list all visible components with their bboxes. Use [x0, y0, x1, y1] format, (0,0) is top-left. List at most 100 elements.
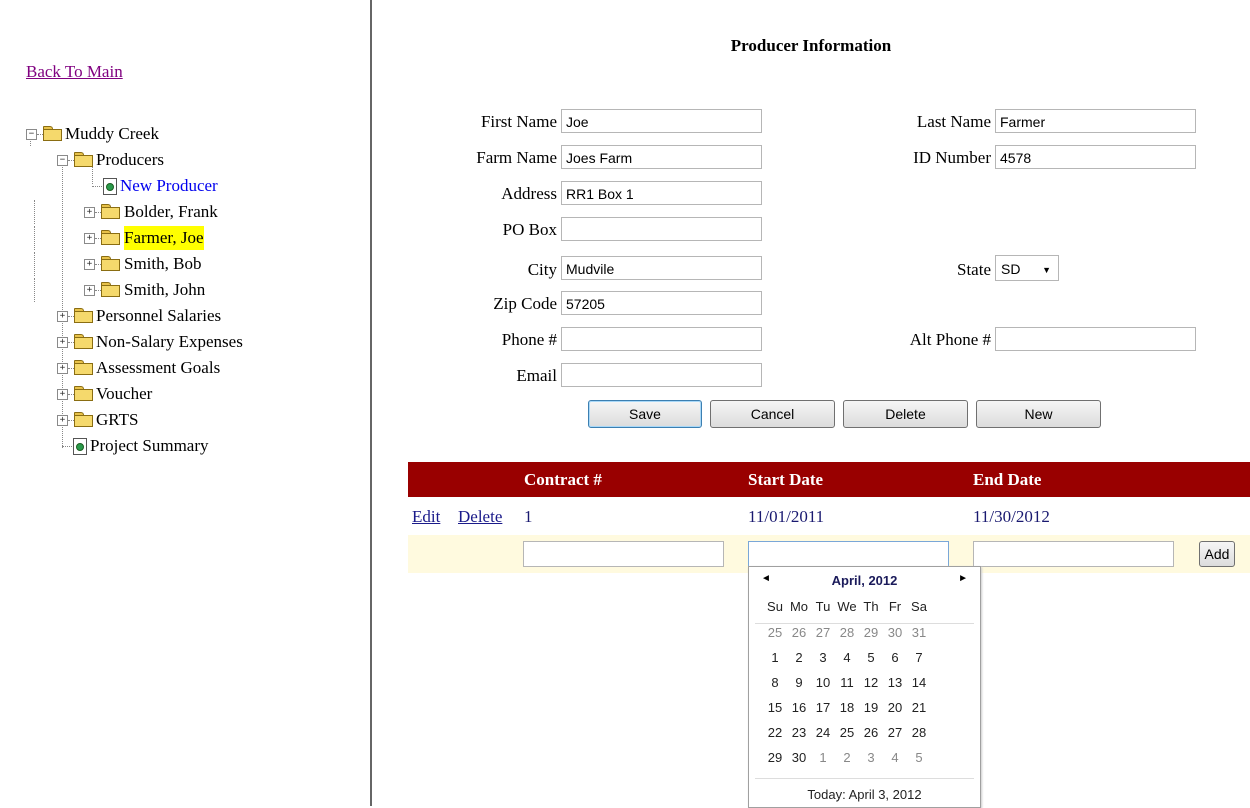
calendar-day[interactable]: 16: [787, 700, 811, 715]
calendar-day[interactable]: 1: [763, 650, 787, 665]
expand-icon[interactable]: +: [57, 311, 68, 322]
tree-node-producer[interactable]: + Smith, John: [26, 278, 346, 302]
page-title: Producer Information: [730, 36, 892, 55]
calendar-day[interactable]: 28: [907, 725, 931, 740]
start-date-column-header: Start Date: [748, 470, 824, 489]
calendar-day[interactable]: 7: [907, 650, 931, 665]
new-start-date-input[interactable]: [748, 541, 949, 567]
calendar-day[interactable]: 18: [835, 700, 859, 715]
tree-node-section[interactable]: + Personnel Salaries: [26, 304, 346, 328]
calendar-day[interactable]: 10: [811, 675, 835, 690]
edit-link[interactable]: Edit: [412, 507, 440, 527]
calendar-day[interactable]: 9: [787, 675, 811, 690]
calendar-day[interactable]: 24: [811, 725, 835, 740]
state-select[interactable]: SD ▼: [995, 255, 1059, 281]
tree-node-producers[interactable]: − Producers: [26, 148, 346, 172]
calendar-day[interactable]: 22: [763, 725, 787, 740]
calendar-day[interactable]: 2: [787, 650, 811, 665]
last-name-field[interactable]: Farmer: [995, 109, 1196, 133]
calendar-day[interactable]: 11: [835, 675, 859, 690]
alt-phone-field[interactable]: [995, 327, 1196, 351]
new-end-date-input[interactable]: [973, 541, 1174, 567]
calendar-day[interactable]: 2: [835, 750, 859, 765]
calendar-day[interactable]: 1: [811, 750, 835, 765]
tree-node-project-summary[interactable]: Project Summary: [26, 434, 346, 458]
calendar-day[interactable]: 13: [883, 675, 907, 690]
tree-node-section[interactable]: + GRTS: [26, 408, 346, 432]
po-box-field[interactable]: [561, 217, 762, 241]
calendar-today-link[interactable]: Today: April 3, 2012: [749, 787, 980, 802]
calendar-day[interactable]: 14: [907, 675, 931, 690]
farm-name-field[interactable]: Joes Farm: [561, 145, 762, 169]
delete-button[interactable]: Delete: [843, 400, 968, 428]
calendar-day[interactable]: 5: [907, 750, 931, 765]
next-month-icon[interactable]: ►: [958, 573, 968, 584]
new-contract-input[interactable]: [523, 541, 724, 567]
tree-label-producer: Farmer, Joe: [124, 226, 204, 250]
cancel-button[interactable]: Cancel: [710, 400, 835, 428]
expand-icon[interactable]: +: [84, 285, 95, 296]
expand-icon[interactable]: +: [57, 363, 68, 374]
folder-icon: [74, 412, 93, 427]
expand-icon[interactable]: +: [84, 259, 95, 270]
calendar-day[interactable]: 27: [883, 725, 907, 740]
expand-icon[interactable]: +: [57, 337, 68, 348]
calendar-day[interactable]: 5: [859, 650, 883, 665]
calendar-day[interactable]: 25: [763, 625, 787, 640]
calendar-day[interactable]: 12: [859, 675, 883, 690]
zip-code-label: Zip Code: [493, 294, 557, 313]
add-button[interactable]: Add: [1199, 541, 1235, 567]
calendar-day[interactable]: 17: [811, 700, 835, 715]
calendar-day[interactable]: 8: [763, 675, 787, 690]
email-field[interactable]: [561, 363, 762, 387]
tree-node-section[interactable]: + Non-Salary Expenses: [26, 330, 346, 354]
city-field[interactable]: Mudvile: [561, 256, 762, 280]
tree-pane: Back To Main − Muddy Creek − Producers N…: [0, 0, 372, 806]
calendar-day[interactable]: 28: [835, 625, 859, 640]
id-number-field[interactable]: 4578: [995, 145, 1196, 169]
calendar-day[interactable]: 4: [883, 750, 907, 765]
calendar-day[interactable]: 19: [859, 700, 883, 715]
calendar-day[interactable]: 15: [763, 700, 787, 715]
calendar-day[interactable]: 4: [835, 650, 859, 665]
calendar-day[interactable]: 25: [835, 725, 859, 740]
expand-icon[interactable]: +: [57, 389, 68, 400]
expand-icon[interactable]: +: [57, 415, 68, 426]
collapse-icon[interactable]: −: [57, 155, 68, 166]
calendar-day[interactable]: 21: [907, 700, 931, 715]
calendar-day[interactable]: 23: [787, 725, 811, 740]
calendar-day[interactable]: 20: [883, 700, 907, 715]
new-button[interactable]: New: [976, 400, 1101, 428]
tree-node-producer-selected[interactable]: + Farmer, Joe: [26, 226, 346, 250]
expand-icon[interactable]: +: [84, 233, 95, 244]
tree-node-section[interactable]: + Assessment Goals: [26, 356, 346, 380]
calendar-day[interactable]: 6: [883, 650, 907, 665]
calendar-day[interactable]: 29: [763, 750, 787, 765]
expand-icon[interactable]: +: [84, 207, 95, 218]
tree-node-root[interactable]: − Muddy Creek: [26, 122, 346, 146]
tree-node-producer[interactable]: + Smith, Bob: [26, 252, 346, 276]
calendar-day[interactable]: 3: [859, 750, 883, 765]
phone-field[interactable]: [561, 327, 762, 351]
collapse-icon[interactable]: −: [26, 129, 37, 140]
delete-link[interactable]: Delete: [458, 507, 502, 527]
calendar-day[interactable]: 26: [787, 625, 811, 640]
calendar-day[interactable]: 26: [859, 725, 883, 740]
tree-node-section[interactable]: + Voucher: [26, 382, 346, 406]
tree-node-producer[interactable]: + Bolder, Frank: [26, 200, 346, 224]
calendar-month-title[interactable]: April, 2012: [749, 573, 980, 588]
calendar-day[interactable]: 3: [811, 650, 835, 665]
back-to-main-link[interactable]: Back To Main: [26, 62, 123, 82]
tree-label-section: Voucher: [96, 384, 153, 403]
address-field[interactable]: RR1 Box 1: [561, 181, 762, 205]
first-name-field[interactable]: Joe: [561, 109, 762, 133]
calendar-day[interactable]: 30: [787, 750, 811, 765]
calendar-day[interactable]: 30: [883, 625, 907, 640]
calendar-day[interactable]: 27: [811, 625, 835, 640]
tree-label-producer: Bolder, Frank: [124, 202, 218, 221]
calendar-day[interactable]: 31: [907, 625, 931, 640]
tree-node-new-producer[interactable]: New Producer: [26, 174, 346, 198]
calendar-day[interactable]: 29: [859, 625, 883, 640]
zip-code-field[interactable]: 57205: [561, 291, 762, 315]
save-button[interactable]: Save: [588, 400, 702, 428]
